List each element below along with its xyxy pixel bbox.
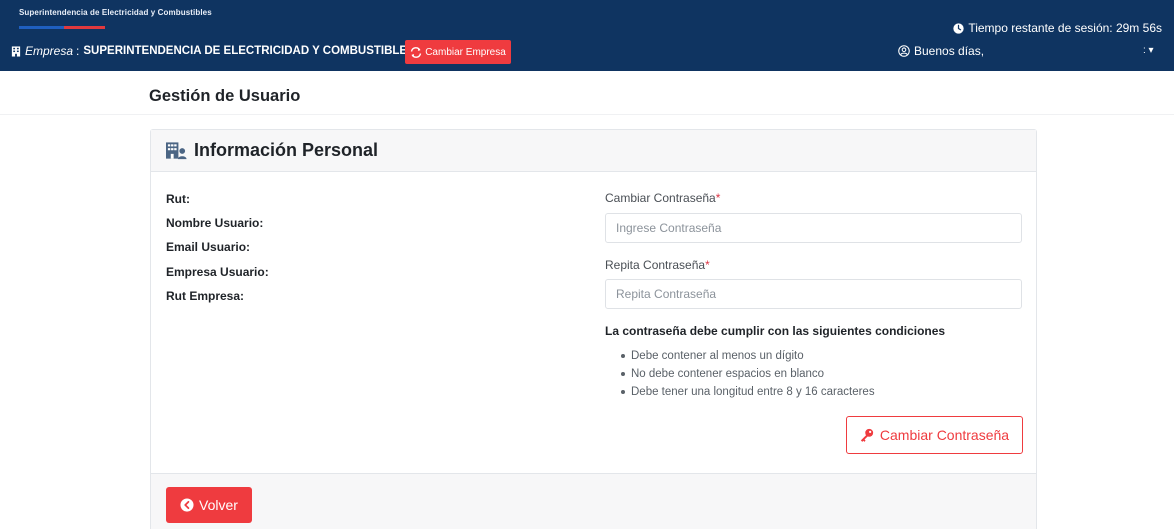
cambiar-empresa-label: Cambiar Empresa (425, 46, 506, 58)
brand-stripe (19, 26, 105, 29)
condition-text: Debe tener una longitud entre 8 y 16 car… (631, 386, 875, 398)
greeting-text: Buenos días, (914, 44, 985, 58)
condition-text: No debe contener espacios en blanco (631, 368, 825, 380)
empresa-info: Empresa : SUPERINTENDENCIA DE ELECTRICID… (11, 44, 415, 58)
change-password-button[interactable]: Cambiar Contraseña (846, 416, 1023, 454)
repeat-password-label-text: Repita Contraseña (605, 258, 706, 272)
condition-item: No debe contener espacios en blanco (621, 365, 875, 383)
required-mark: * (705, 258, 710, 272)
change-password-label: Cambiar Contraseña (879, 427, 1010, 443)
building-icon (11, 45, 21, 57)
clock-icon (953, 22, 964, 34)
session-timer: Tiempo restante de sesión: 29m 56s (953, 21, 1162, 35)
empresa-separator: : (76, 44, 80, 58)
condition-text: Debe contener al menos un dígito (631, 350, 804, 362)
back-label: Volver (199, 497, 238, 513)
label-rut: Rut: (166, 192, 190, 206)
conditions-title: La contraseña debe cumplir con las sigui… (605, 324, 946, 338)
card-title: Información Personal (194, 140, 379, 160)
back-button[interactable]: Volver (166, 487, 252, 523)
page-title: Gestión de Usuario (149, 87, 301, 105)
chevron-left-circle-icon (180, 498, 194, 512)
brand-stripe-red (64, 26, 105, 29)
bullet-icon (621, 372, 625, 376)
required-mark: * (715, 191, 721, 205)
greeting: Buenos días, (898, 44, 984, 58)
password-input[interactable] (605, 213, 1022, 243)
brand-stripe-blue (19, 26, 64, 29)
password-label: Cambiar Contraseña* (605, 191, 720, 205)
card-header: Información Personal (151, 130, 1036, 172)
user-menu-toggle[interactable]: : ▾ (1143, 45, 1154, 56)
password-label-text: Cambiar Contraseña (605, 191, 716, 205)
user-circle-icon (898, 45, 910, 57)
personal-info-card: Información Personal Rut: Nombre Usuario… (150, 129, 1037, 529)
bullet-icon (621, 354, 625, 358)
card-footer: Volver (151, 473, 1036, 529)
label-empresa-usuario: Empresa Usuario: (166, 265, 269, 279)
session-text: Tiempo restante de sesión: 29m 56s (968, 21, 1162, 35)
conditions-list: Debe contener al menos un dígito No debe… (621, 347, 875, 401)
brand-name: Superintendencia de Electricidad y Combu… (19, 8, 212, 17)
empresa-label: Empresa (25, 44, 74, 58)
top-navbar: Superintendencia de Electricidad y Combu… (0, 0, 1174, 71)
cambiar-empresa-button[interactable]: Cambiar Empresa (405, 40, 511, 64)
repeat-password-label: Repita Contraseña* (605, 258, 710, 272)
sync-icon (411, 46, 422, 58)
condition-item: Debe contener al menos un dígito (621, 347, 875, 365)
label-rut-empresa: Rut Empresa: (166, 289, 245, 303)
condition-item: Debe tener una longitud entre 8 y 16 car… (621, 383, 875, 401)
building-user-icon (166, 141, 187, 159)
label-nombre-usuario: Nombre Usuario: (166, 216, 264, 230)
label-email-usuario: Email Usuario: (166, 240, 251, 254)
title-divider (0, 114, 1174, 115)
key-icon (860, 428, 874, 442)
empresa-name: SUPERINTENDENCIA DE ELECTRICIDAD Y COMBU… (83, 45, 415, 57)
repeat-password-input[interactable] (605, 279, 1022, 309)
bullet-icon (621, 390, 625, 394)
